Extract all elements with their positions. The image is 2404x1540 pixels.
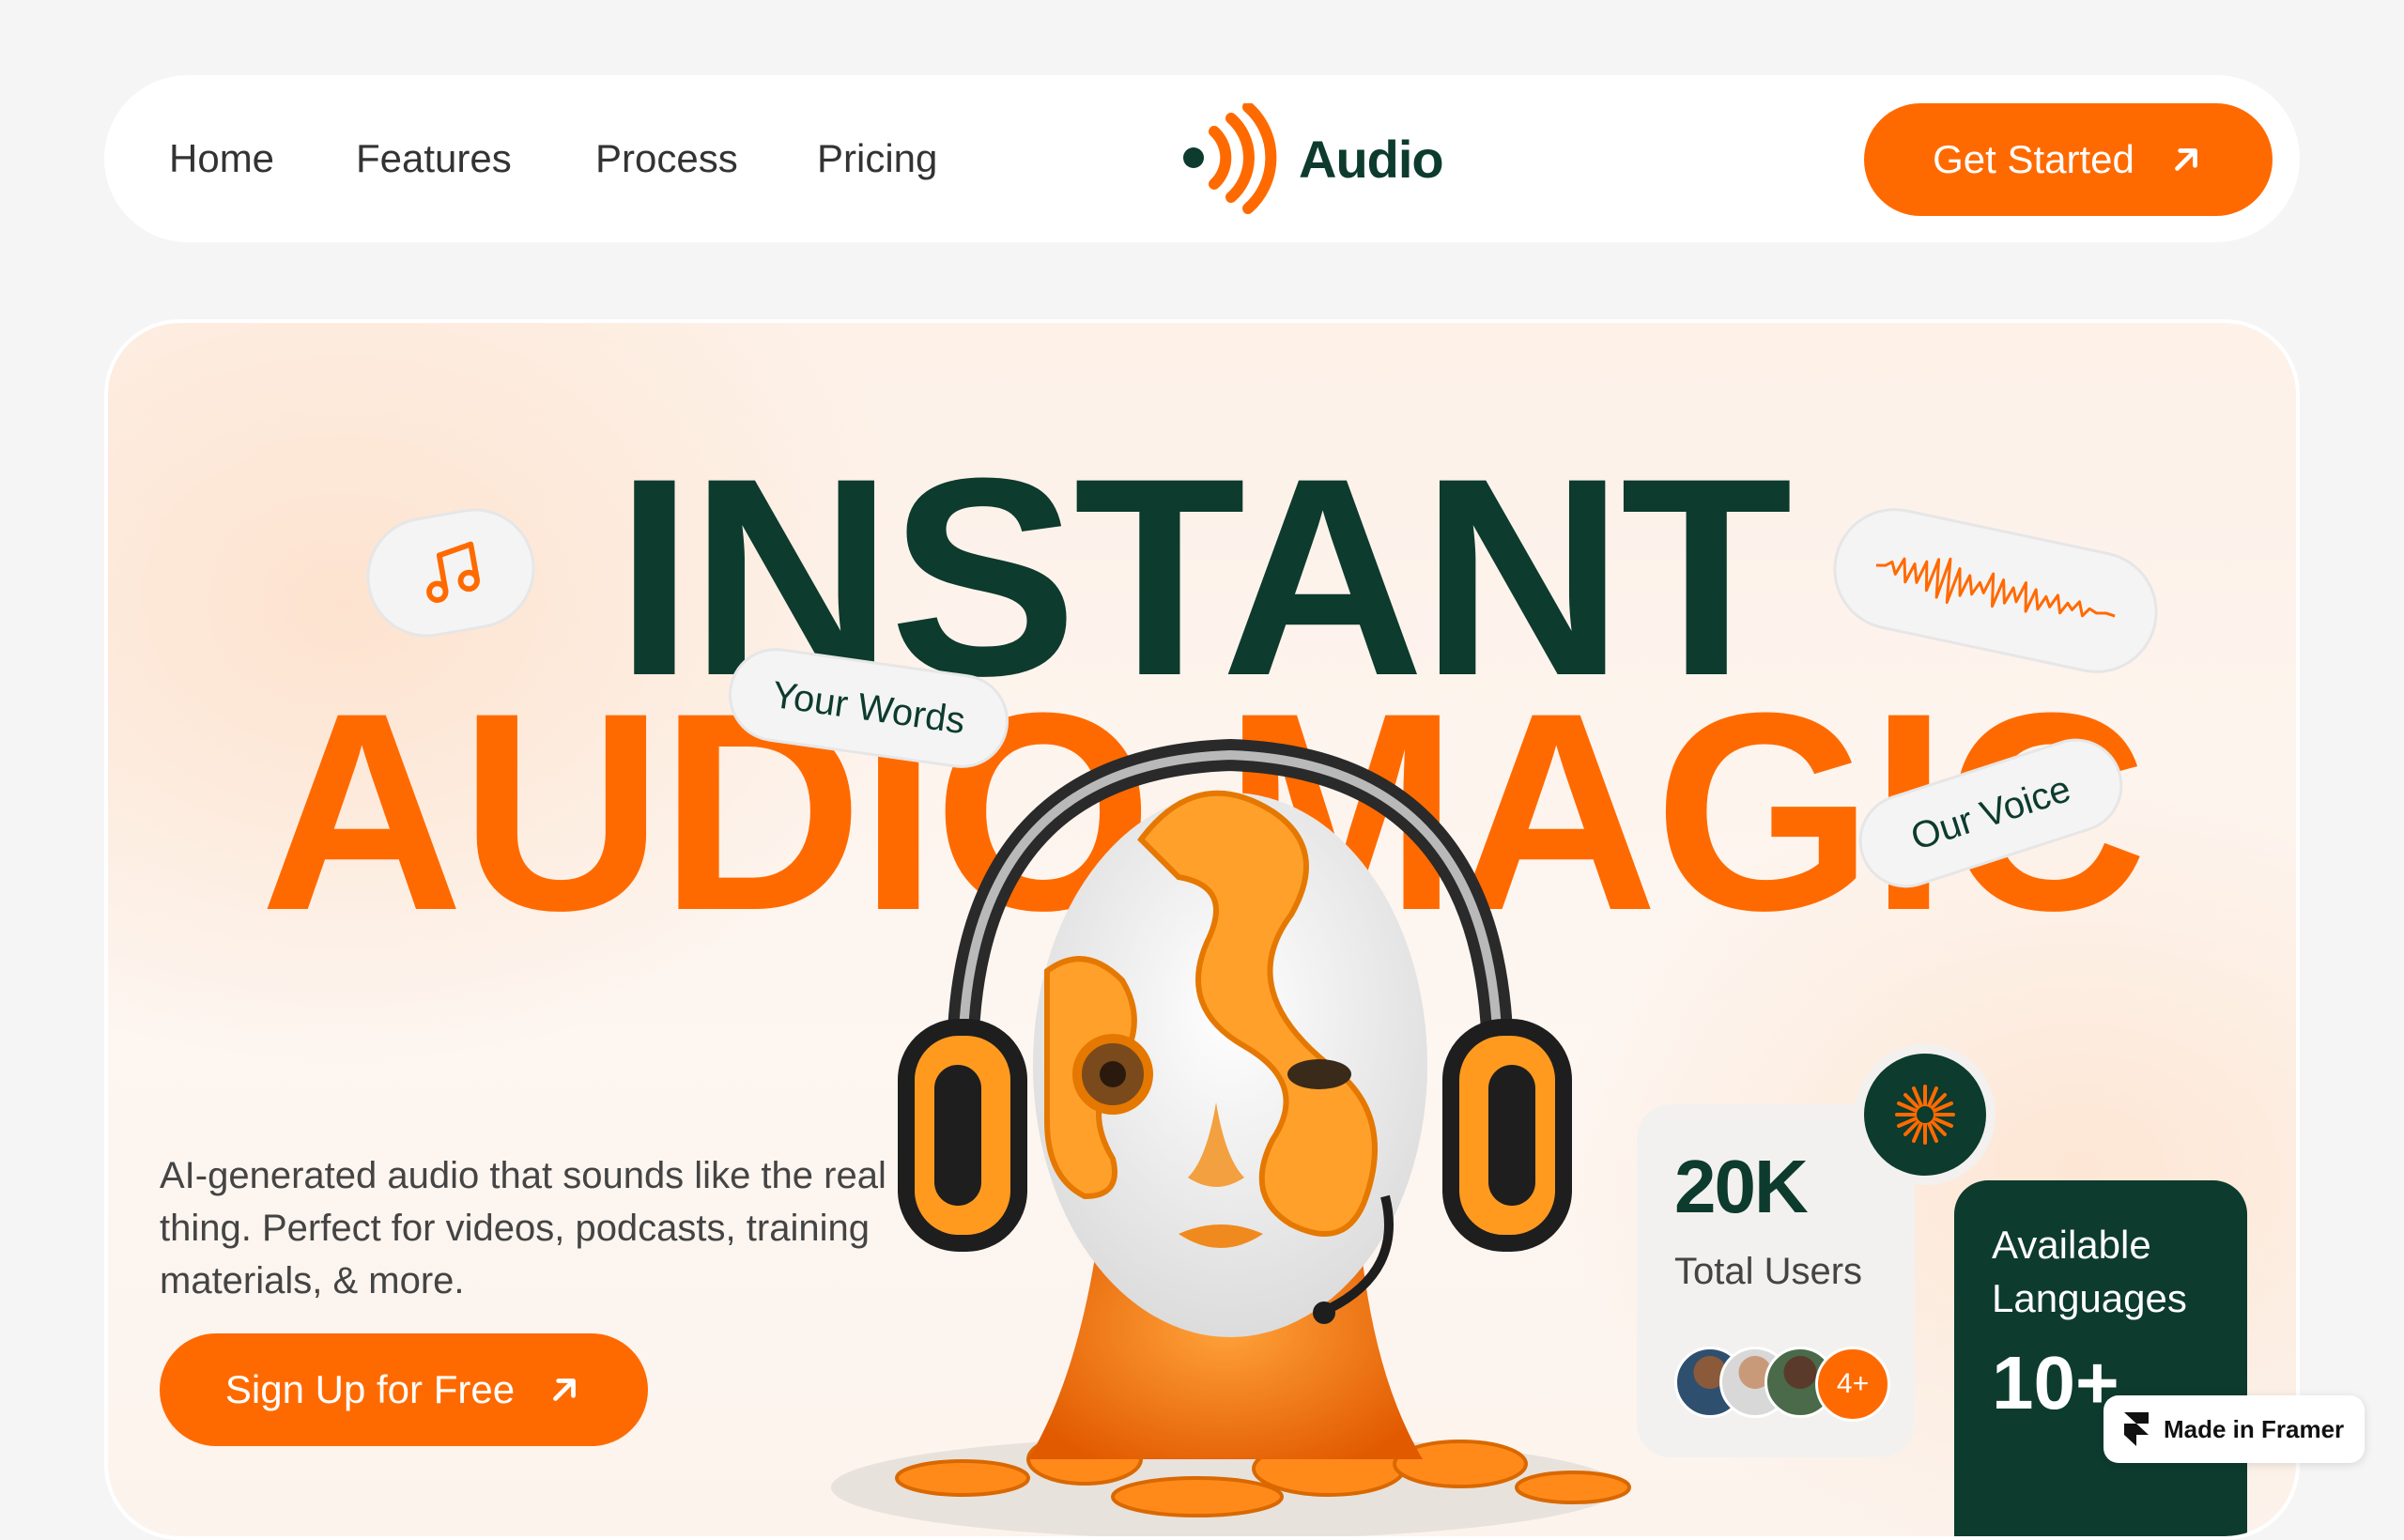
hero-description: AI-generated audio that sounds like the … bbox=[160, 1155, 886, 1301]
sound-wave-logo-icon bbox=[1183, 103, 1277, 214]
burst-icon bbox=[1895, 1085, 1955, 1145]
framer-icon bbox=[2124, 1412, 2149, 1446]
headphones-head-icon bbox=[831, 738, 1631, 1536]
logo-text: Audio bbox=[1299, 129, 1444, 189]
nav-link-features[interactable]: Features bbox=[356, 75, 512, 242]
hero-section: INSTANT AUDIO MAGIC Your Words Our Voice… bbox=[104, 319, 2300, 1540]
made-in-framer-label: Made in Framer bbox=[2164, 1414, 2345, 1443]
get-started-button[interactable]: Get Started bbox=[1864, 103, 2273, 216]
nav-link-pricing[interactable]: Pricing bbox=[817, 75, 937, 242]
get-started-label: Get Started bbox=[1933, 137, 2134, 181]
music-note-icon bbox=[426, 541, 480, 603]
hero-head-illustration bbox=[803, 670, 1704, 1536]
burst-badge bbox=[1855, 1044, 1996, 1185]
made-in-framer-badge[interactable]: Made in Framer bbox=[2104, 1395, 2365, 1463]
sign-up-button[interactable]: Sign Up for Free bbox=[160, 1333, 648, 1446]
avatar-group: 4+ bbox=[1674, 1347, 1900, 1422]
nav-link-process[interactable]: Process bbox=[595, 75, 738, 242]
avatar-more-count: 4+ bbox=[1815, 1347, 1890, 1422]
total-users-label: Total Users bbox=[1674, 1251, 1863, 1292]
arrow-up-right-icon bbox=[553, 1378, 576, 1401]
sound-wave-icon bbox=[1875, 557, 2116, 618]
logo[interactable]: Audio bbox=[1175, 103, 1444, 214]
sign-up-label: Sign Up for Free bbox=[224, 1367, 516, 1411]
languages-card: Available Languages 10+ bbox=[1954, 1180, 2247, 1536]
arrow-up-right-icon bbox=[2175, 148, 2197, 171]
total-users-value: 20K bbox=[1674, 1145, 1809, 1228]
languages-label: Available Languages bbox=[1992, 1223, 2187, 1320]
nav-link-home[interactable]: Home bbox=[169, 75, 274, 242]
languages-value: 10+ bbox=[1992, 1341, 2119, 1424]
